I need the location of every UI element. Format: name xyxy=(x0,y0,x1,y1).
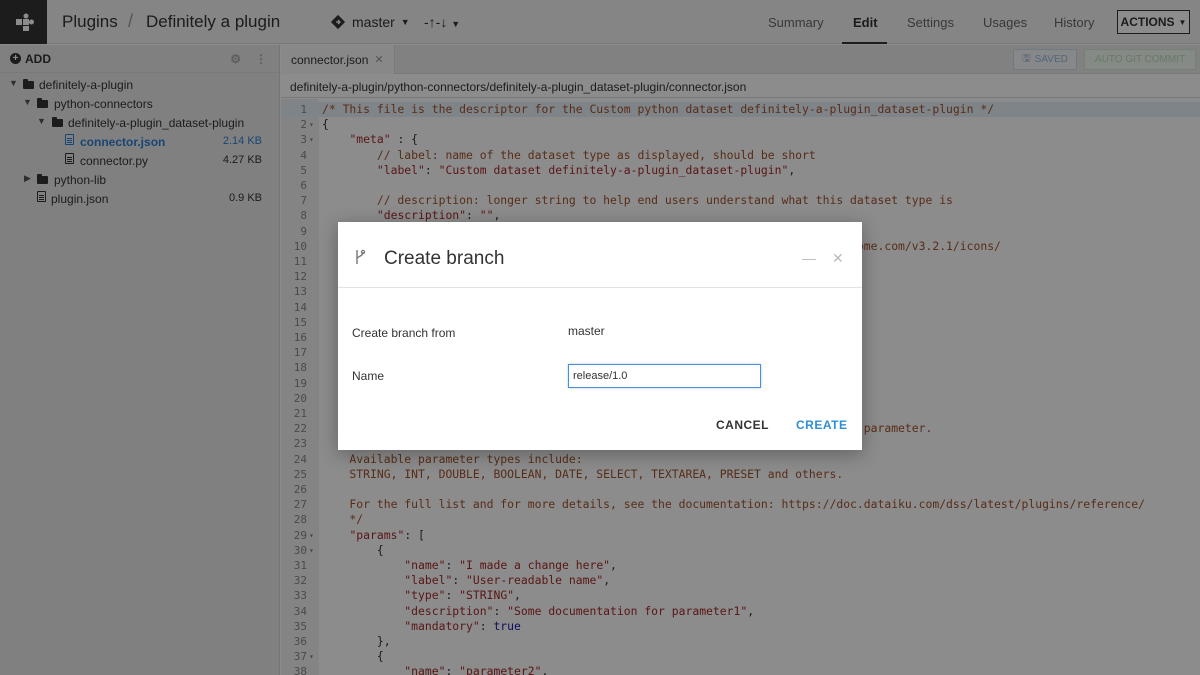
name-label: Name xyxy=(352,369,385,383)
branch-name-input[interactable] xyxy=(568,364,761,388)
from-label: Create branch from xyxy=(352,326,456,340)
close-icon[interactable]: ✕ xyxy=(832,250,844,267)
git-branch-icon xyxy=(354,249,366,268)
dialog-title: Create branch xyxy=(384,248,505,269)
create-branch-dialog: Create branch — ✕ Create branch from mas… xyxy=(338,222,862,450)
from-value: master xyxy=(568,324,605,338)
minimize-icon[interactable]: — xyxy=(802,250,816,266)
dialog-header: Create branch — ✕ xyxy=(338,222,862,288)
cancel-button[interactable]: CANCEL xyxy=(716,418,769,432)
create-button[interactable]: CREATE xyxy=(796,418,847,432)
